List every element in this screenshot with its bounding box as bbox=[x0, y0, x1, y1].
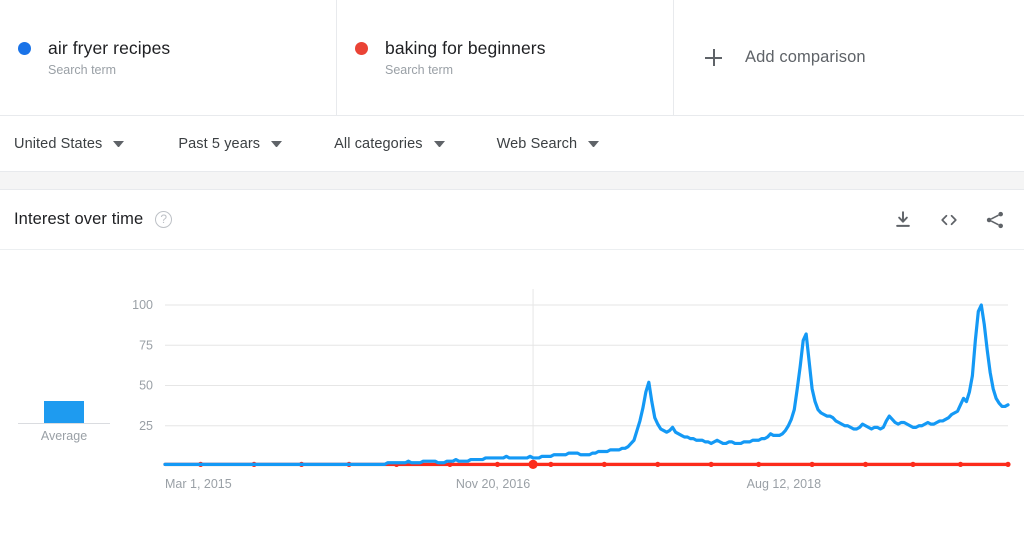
svg-text:Mar 1, 2015: Mar 1, 2015 bbox=[165, 477, 232, 491]
term-header-1: baking for beginners bbox=[355, 38, 673, 58]
chart-x-axis-labels: Mar 1, 2015 Nov 20, 2016 Aug 12, 2018 bbox=[165, 477, 821, 491]
chart-gridlines bbox=[165, 304, 1008, 467]
interest-over-time-header: Interest over time ? bbox=[0, 190, 1024, 250]
filter-category[interactable]: All categories bbox=[334, 116, 445, 171]
embed-code-icon[interactable] bbox=[938, 209, 960, 231]
help-icon[interactable]: ? bbox=[155, 211, 173, 228]
comparison-terms-row: air fryer recipes Search term baking for… bbox=[0, 0, 1024, 116]
header-actions bbox=[892, 209, 1006, 231]
filter-time-range[interactable]: Past 5 years bbox=[178, 116, 283, 171]
term-sublabel-0: Search term bbox=[48, 63, 117, 77]
svg-text:Nov 20, 2016: Nov 20, 2016 bbox=[456, 477, 530, 491]
svg-text:25: 25 bbox=[139, 419, 153, 433]
chart-y-axis-labels: 25 50 75 100 bbox=[132, 298, 153, 433]
download-icon[interactable] bbox=[892, 209, 914, 231]
filter-category-label: All categories bbox=[334, 135, 423, 152]
filter-search-type-label: Web Search bbox=[496, 135, 578, 152]
term-label-0: air fryer recipes bbox=[48, 38, 171, 58]
svg-text:Aug 12, 2018: Aug 12, 2018 bbox=[747, 477, 821, 491]
chevron-down-icon bbox=[113, 140, 125, 147]
term-label-1: baking for beginners bbox=[385, 38, 546, 58]
term-card-0[interactable]: air fryer recipes Search term bbox=[0, 0, 337, 116]
filter-location-label: United States bbox=[14, 135, 103, 152]
term-sublabel-1: Search term bbox=[385, 63, 454, 77]
add-comparison-label: Add comparison bbox=[745, 48, 866, 66]
term-header-0: air fryer recipes bbox=[18, 38, 336, 58]
filter-location[interactable]: United States bbox=[14, 116, 125, 171]
svg-text:50: 50 bbox=[139, 379, 153, 393]
series-dot-red bbox=[355, 41, 368, 55]
filter-time-range-label: Past 5 years bbox=[178, 135, 261, 152]
filter-search-type[interactable]: Web Search bbox=[497, 116, 600, 171]
section-divider bbox=[0, 172, 1024, 190]
chevron-down-icon bbox=[271, 140, 283, 147]
interest-over-time-chart[interactable]: Average 25 50 75 100 Mar 1, 2015 Nov 20, 201… bbox=[0, 250, 1024, 549]
chart-hover-marker bbox=[528, 459, 538, 469]
add-comparison-button[interactable]: Add comparison bbox=[674, 0, 1024, 115]
svg-text:100: 100 bbox=[132, 298, 153, 312]
series-line-air-fryer-recipes bbox=[163, 303, 1010, 466]
chart-plot-svg[interactable]: 25 50 75 100 Mar 1, 2015 Nov 20, 2016 Aug 12,… bbox=[0, 250, 1024, 549]
term-card-1[interactable]: baking for beginners Search term bbox=[337, 0, 674, 116]
series-dot-blue bbox=[18, 41, 31, 55]
share-icon[interactable] bbox=[984, 209, 1006, 231]
chevron-down-icon bbox=[588, 140, 600, 147]
page-title: Interest over time bbox=[14, 210, 144, 228]
chevron-down-icon bbox=[433, 140, 445, 147]
filter-bar: United States Past 5 years All categorie… bbox=[0, 116, 1024, 172]
svg-text:75: 75 bbox=[139, 338, 153, 352]
plus-icon bbox=[705, 49, 722, 66]
